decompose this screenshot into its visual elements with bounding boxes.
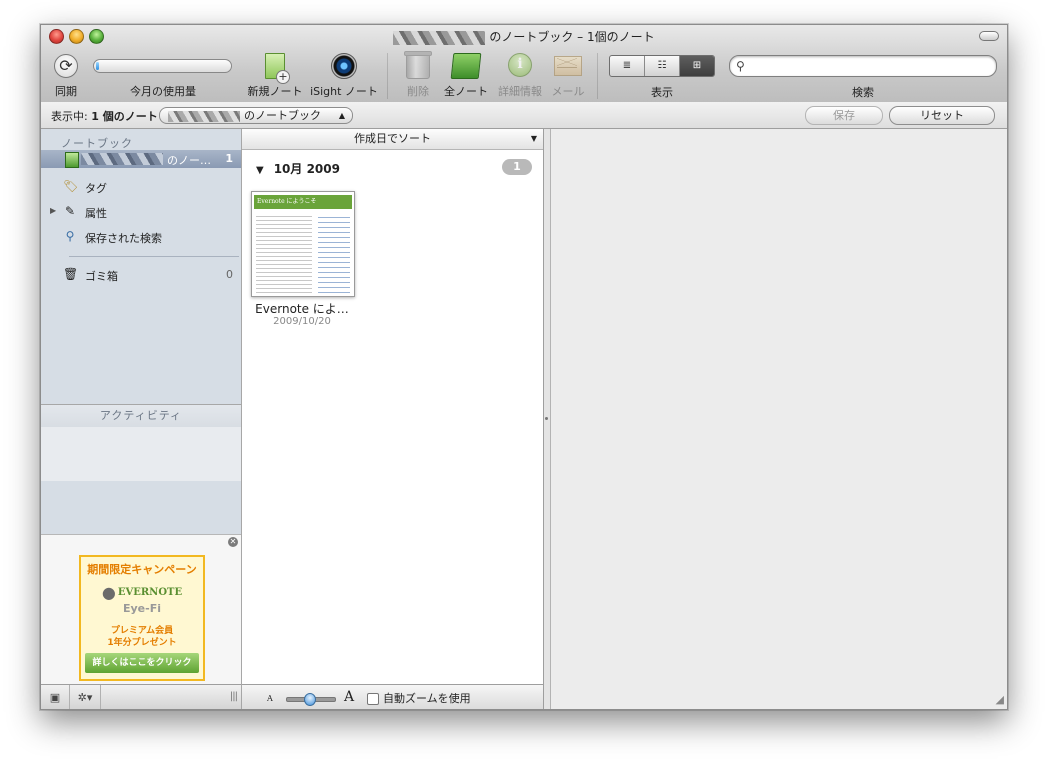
view-label: 表示 <box>651 86 673 99</box>
view-mode-segmented: ≣ ☷ ⊞ <box>609 55 715 77</box>
sidebar-item-notebook[interactable]: のノー… 1 <box>41 150 241 168</box>
sync-icon <box>54 54 78 78</box>
activity-panel <box>41 427 241 481</box>
window-resize-icon[interactable]: ◢ <box>996 693 1004 706</box>
redacted-username <box>81 153 163 165</box>
new-note-icon <box>265 53 290 84</box>
checkbox-icon[interactable] <box>367 693 379 705</box>
search-label: 検索 <box>852 86 874 99</box>
sidebar-bottom-bar: ▣ ✲▾ ||| <box>41 684 241 709</box>
activity-header: アクティビティ <box>41 404 241 427</box>
usage-meter <box>93 59 232 73</box>
list-view-button[interactable]: ≣ <box>610 56 645 76</box>
group-count-badge: 1 <box>502 159 532 175</box>
thumbnail-view-button[interactable]: ⊞ <box>680 56 714 76</box>
new-notebook-button[interactable]: ▣ <box>41 685 70 709</box>
toolbar-separator <box>597 53 598 99</box>
info-icon <box>508 53 532 77</box>
tag-icon: 🏷 <box>63 179 79 193</box>
redacted-username <box>168 110 240 122</box>
splitter-handle-icon <box>545 417 548 420</box>
pane-splitter[interactable] <box>544 129 551 709</box>
elephant-icon: ● <box>101 583 116 602</box>
filter-bar: 表示中: 1 個のノート のノートブック ▲ 保存 リセット <box>41 102 1007 129</box>
note-card[interactable]: Evernote にようこそ Evernote によ… 2009/10/20 <box>242 129 362 334</box>
evernote-window: のノートブック – 1個のノート 同期 今月の使用量 新規ノート iSight … <box>40 24 1008 710</box>
zoom-large-icon: A <box>344 689 355 705</box>
zoom-small-icon: A <box>267 694 273 703</box>
redacted-username <box>393 30 486 45</box>
note-editor[interactable]: ◢ <box>551 129 1007 709</box>
zoom-slider[interactable] <box>286 693 336 706</box>
all-notes-icon <box>450 53 482 79</box>
trash-icon <box>404 51 432 79</box>
toolbar-separator <box>387 53 388 99</box>
magnifier-icon: ⚲ <box>65 229 75 243</box>
camera-icon <box>331 53 357 79</box>
attributes-icon: ✎ <box>64 204 76 218</box>
zoom-slider-knob[interactable] <box>304 693 316 706</box>
thumbnail-links <box>318 213 350 293</box>
eyefi-logo: Eye-Fi <box>123 602 161 615</box>
reset-button[interactable]: リセット <box>889 106 995 125</box>
mail-icon <box>554 56 582 76</box>
note-thumbnail[interactable]: Evernote にようこそ <box>251 191 355 297</box>
gear-icon: ✲▾ <box>77 691 93 704</box>
note-list: 作成日でソート ▼ ▼ 10月 2009 Evernote にようこそ Evern… <box>242 129 544 709</box>
search-input[interactable] <box>752 57 986 75</box>
notebook-add-icon: ▣ <box>49 691 61 704</box>
zoom-bar: A A 自動ズームを使用 <box>242 684 543 709</box>
sidebar-item-saved-searches[interactable]: ⚲ 保存された検索 <box>41 227 241 247</box>
search-icon: ⚲ <box>736 59 745 73</box>
notebook-select[interactable]: のノートブック ▲ <box>159 107 353 124</box>
ad-cta-button[interactable]: 詳しくはここをクリック <box>85 653 199 673</box>
trash-icon: 🗑 <box>63 267 79 281</box>
ad-panel: ✕ 期間限定キャンペーン ● EVERNOTE Eye-Fi プレミアム会員 1年… <box>41 534 241 685</box>
usage-meter-fill <box>96 62 99 70</box>
toolbar: のノートブック – 1個のノート 同期 今月の使用量 新規ノート iSight … <box>41 25 1007 103</box>
notebooks-header: ノートブック <box>61 137 133 150</box>
sidebar-divider <box>69 256 239 257</box>
dropdown-arrow-icon: ▼ <box>530 134 537 143</box>
sidebar: ノートブック のノー… 1 🏷 タグ ▶ ✎ 属性 ⚲ 保存された検索 🗑 ゴミ… <box>41 129 242 709</box>
detail-view-button[interactable]: ☷ <box>645 56 680 76</box>
save-search-button[interactable]: 保存 <box>805 106 883 125</box>
note-date: 2009/10/20 <box>273 316 331 327</box>
disclosure-triangle-icon[interactable]: ▶ <box>50 206 56 215</box>
sidebar-item-trash[interactable]: 🗑 ゴミ箱 0 <box>41 265 241 285</box>
resize-grip-icon[interactable]: ||| <box>230 691 238 702</box>
sidebar-item-tags[interactable]: 🏷 タグ <box>41 177 241 197</box>
select-arrows-icon: ▲ <box>338 111 345 120</box>
notebook-icon <box>65 152 79 168</box>
auto-zoom-checkbox[interactable]: 自動ズームを使用 <box>367 690 471 706</box>
toolbar-toggle-button[interactable] <box>979 31 999 41</box>
window-title: のノートブック – 1個のノート <box>41 28 1007 45</box>
campaign-banner[interactable]: 期間限定キャンペーン ● EVERNOTE Eye-Fi プレミアム会員 1年分プ… <box>79 555 205 681</box>
evernote-logo: ● EVERNOTE <box>101 583 183 602</box>
close-ad-icon[interactable]: ✕ <box>228 537 238 547</box>
note-title: Evernote によ… <box>255 302 349 316</box>
sidebar-item-attributes[interactable]: ▶ ✎ 属性 <box>41 202 241 222</box>
search-field: ⚲ <box>729 55 997 77</box>
action-menu-button[interactable]: ✲▾ <box>70 685 101 709</box>
showing-count: 表示中: 1 個のノート <box>51 110 158 123</box>
thumbnail-body-text <box>256 213 312 293</box>
